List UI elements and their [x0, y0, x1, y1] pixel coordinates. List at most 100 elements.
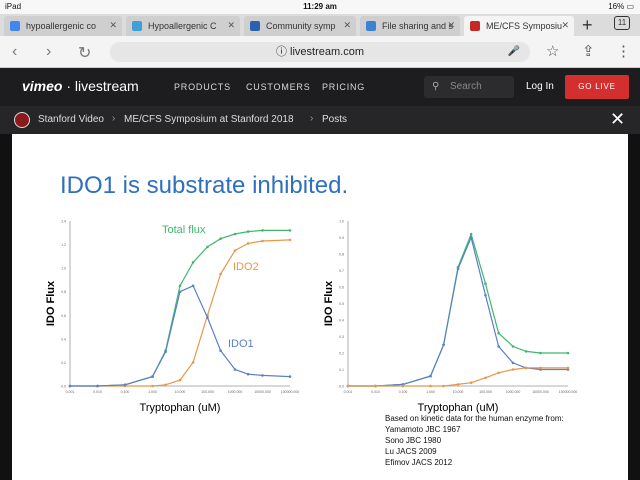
data-point: [288, 229, 292, 232]
data-point: [566, 366, 570, 370]
data-point: [524, 350, 528, 353]
data-point: [288, 238, 292, 242]
series-line-total: [348, 232, 568, 387]
data-point: [374, 384, 377, 388]
data-point: [151, 375, 154, 378]
data-point: [456, 383, 460, 386]
x-tick-label: 100.000: [201, 390, 214, 394]
x-tick-label: 1000.000: [506, 390, 521, 394]
data-point: [429, 384, 432, 388]
data-point: [164, 383, 167, 387]
x-tick-label: 10.000: [453, 390, 464, 394]
data-point: [219, 237, 222, 240]
y-tick-label: 1.2: [61, 243, 66, 247]
data-point: [539, 366, 542, 370]
x-axis-label: Tryptophan (uM): [140, 402, 221, 414]
y-tick-label: 0.3: [339, 335, 344, 339]
x-tick-label: 10000.000: [532, 390, 549, 394]
y-tick-label: 0.5: [339, 302, 344, 306]
data-point: [442, 343, 445, 347]
y-tick-label: 1.0: [61, 267, 66, 271]
series-label-total: Total flux: [162, 224, 206, 236]
x-tick-label: 1.000: [426, 390, 435, 394]
data-point: [484, 294, 487, 297]
x-tick-label: 0.100: [399, 390, 408, 394]
data-point: [484, 376, 487, 380]
note-ref-1: Yamamoto JBC 1967: [385, 425, 461, 434]
data-point: [346, 384, 350, 388]
data-point: [191, 361, 195, 364]
data-point: [233, 368, 237, 371]
x-tick-label: 1000.000: [228, 390, 243, 394]
y-axis-label: IDO Flux: [45, 280, 57, 326]
series-line-ido1: [70, 285, 291, 387]
series-label-ido2: IDO2: [233, 261, 259, 273]
note-ref-4: Efimov JACS 2012: [385, 458, 453, 467]
data-point: [566, 351, 570, 355]
data-point: [442, 384, 445, 388]
y-axis-label: IDO Flux: [323, 280, 335, 326]
data-point: [456, 267, 460, 271]
data-point: [469, 381, 473, 385]
data-point: [151, 384, 154, 388]
y-tick-label: 0.0: [339, 385, 344, 389]
x-tick-label: 10.000: [175, 390, 186, 394]
x-tick-label: 1.000: [148, 390, 157, 394]
series-label-ido1: IDO1: [228, 338, 254, 350]
data-point: [288, 375, 292, 378]
x-tick-label: 0.100: [121, 390, 130, 394]
x-tick-label: 0.001: [66, 390, 75, 394]
data-point: [497, 331, 500, 335]
data-point: [178, 290, 182, 294]
data-point: [497, 345, 500, 348]
y-tick-label: 0.8: [61, 290, 66, 294]
data-point: [68, 384, 72, 388]
data-point: [206, 316, 209, 319]
y-tick-label: 0.8: [339, 253, 344, 257]
data-point: [246, 242, 250, 245]
data-point: [511, 368, 515, 371]
y-tick-label: 1.4: [61, 220, 66, 224]
x-tick-label: 100000.000: [559, 390, 578, 394]
y-tick-label: 0.2: [339, 352, 344, 356]
data-point: [246, 230, 250, 233]
y-tick-label: 0.9: [339, 236, 344, 240]
chart-2: 0.0 0.1 0.2 0.3 0.4 0.5 0.6 0.7 0.8 0.9 1.0 0.001 0.…: [323, 220, 577, 415]
x-tick-label: 0.001: [344, 390, 353, 394]
data-point: [191, 284, 195, 288]
data-point: [469, 232, 473, 236]
data-point: [261, 239, 264, 243]
data-point: [401, 384, 405, 388]
y-tick-label: 0.2: [61, 361, 66, 365]
charts-layer: 0.0 0.2 0.4 0.6 0.8 1.0 1.2 1.4 0.001 0.010 0.100 1…: [45, 220, 577, 415]
data-point: [191, 261, 195, 264]
y-tick-label: 1.0: [339, 220, 344, 224]
y-tick-label: 0.1: [339, 368, 344, 372]
data-point: [233, 232, 237, 236]
data-point: [484, 282, 487, 286]
y-tick-label: 0.0: [61, 385, 66, 389]
data-point: [219, 272, 222, 276]
data-point: [469, 236, 473, 239]
y-tick-label: 0.4: [339, 319, 344, 323]
x-tick-label: 100.000: [479, 390, 492, 394]
data-point: [233, 249, 237, 252]
y-tick-label: 0.6: [61, 314, 66, 318]
note-ref-3: Lu JACS 2009: [385, 447, 437, 456]
x-tick-label: 0.010: [93, 390, 102, 394]
chart-1: 0.0 0.2 0.4 0.6 0.8 1.0 1.2 1.4 0.001 0.010 0.100 1…: [45, 220, 299, 415]
series-line-ido1: [348, 235, 568, 387]
data-point: [429, 374, 432, 378]
y-tick-label: 0.6: [339, 286, 344, 290]
x-tick-label: 100000.000: [281, 390, 300, 394]
x-tick-label: 10000.000: [254, 390, 271, 394]
data-point: [178, 284, 182, 288]
note-ref-2: Sono JBC 1980: [385, 436, 442, 445]
data-point: [96, 384, 99, 388]
data-point: [261, 374, 264, 377]
data-point: [511, 345, 515, 348]
data-point: [206, 245, 209, 249]
data-point: [219, 349, 222, 352]
data-point: [511, 361, 515, 365]
y-tick-label: 0.4: [61, 337, 66, 341]
